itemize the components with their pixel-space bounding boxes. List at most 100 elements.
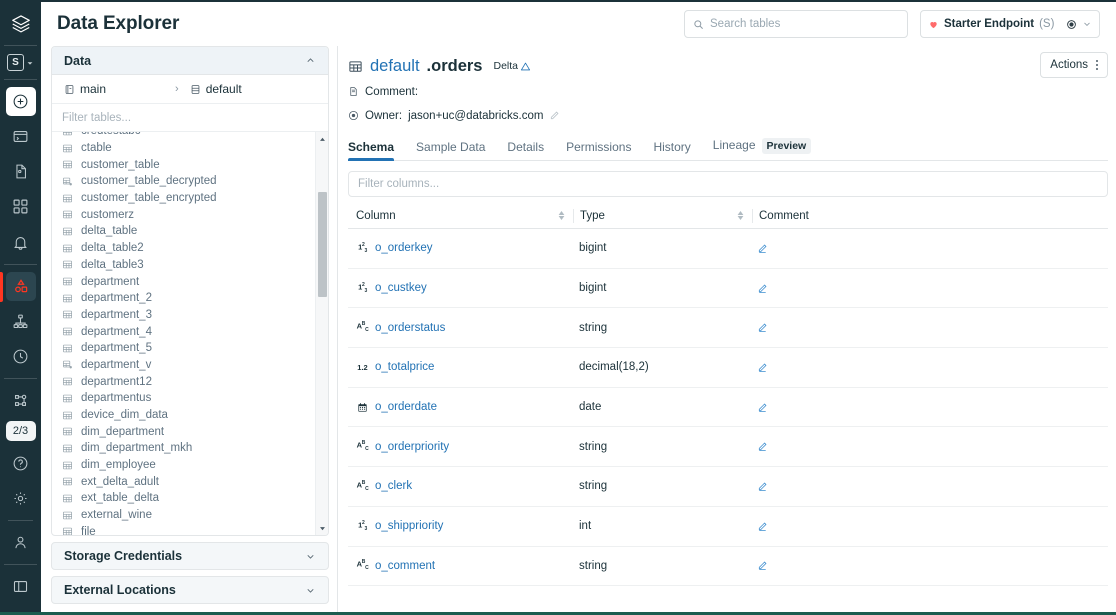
search-tables-box[interactable] [684,10,908,38]
column-name-link[interactable]: o_comment [375,560,435,572]
database-icon [190,84,201,95]
sidebar-item-compute[interactable] [6,307,36,336]
table-list-item[interactable]: customerz [52,206,312,223]
table-list-item[interactable]: department_v [52,357,312,374]
table-list-item[interactable]: department12 [52,373,312,390]
pencil-edit-icon[interactable] [757,441,1108,452]
data-explorer-window: S [0,0,1116,615]
table-list-item[interactable]: dim_department [52,423,312,440]
workspace-switcher[interactable]: S [4,50,38,75]
table-list-item[interactable]: credtestabc [52,132,312,140]
kebab-menu-icon[interactable] [1096,60,1098,69]
sidebar-item-alerts[interactable] [6,228,36,257]
table-list-item[interactable]: customer_table [52,156,312,173]
sidebar-item-repos[interactable] [6,157,36,186]
table-list-item[interactable]: customer_table_decrypted [52,173,312,190]
sidebar-item-workspace[interactable] [6,122,36,151]
tab-lineage[interactable]: Lineage [713,138,756,152]
table-list-item[interactable]: department_3 [52,307,312,324]
sort-updown-icon[interactable] [558,211,565,220]
cell-type: string [573,480,751,492]
pencil-edit-icon[interactable] [757,283,1108,294]
actions-button[interactable]: Actions [1040,52,1108,78]
filter-tables-row[interactable] [52,104,328,132]
column-name-link[interactable]: o_orderpriority [375,441,449,453]
tab-history[interactable]: History [653,140,690,160]
header-column[interactable]: Column [348,203,573,228]
storage-credentials-section[interactable]: Storage Credentials [51,542,329,570]
pencil-edit-icon[interactable] [757,560,1108,571]
chevron-down-icon[interactable] [1082,19,1092,29]
pencil-edit-icon[interactable] [757,402,1108,413]
table-list-item[interactable]: department [52,273,312,290]
pencil-icon[interactable] [549,110,560,121]
table-list-item-label: department_5 [81,342,152,354]
tab-schema[interactable]: Schema [348,140,394,160]
filter-columns-input[interactable] [358,178,1098,190]
table-list-item[interactable]: file [52,524,312,536]
sidebar-item-help[interactable] [6,449,36,478]
sidebar-item-new[interactable] [6,87,36,116]
column-name-link[interactable]: o_orderdate [375,401,437,413]
databricks-logo-icon[interactable] [0,8,41,41]
column-name-link[interactable]: o_orderstatus [375,322,445,334]
pencil-edit-icon[interactable] [757,481,1108,492]
sidebar-item-recents[interactable] [6,192,36,221]
filter-columns-box[interactable] [348,171,1108,197]
header-type[interactable]: Type [574,203,752,228]
table-list-item[interactable]: dim_department_mkh [52,440,312,457]
sidebar-item-settings[interactable] [6,484,36,513]
table-list-item-label: departmentus [81,392,151,404]
breadcrumb-schema[interactable]: default [190,82,242,96]
column-name-link[interactable]: o_totalprice [375,361,434,373]
sidebar-item-data[interactable] [6,272,36,301]
sidebar-item-account[interactable] [6,528,36,557]
breadcrumb-catalog[interactable]: main [64,82,106,96]
tab-sample-data[interactable]: Sample Data [416,140,485,160]
column-name-link[interactable]: o_shippriority [375,520,443,532]
sidebar-item-jobs[interactable] [6,342,36,371]
table-list-item[interactable]: delta_table [52,223,312,240]
endpoint-selector[interactable]: Starter Endpoint (S) [920,10,1100,38]
pencil-edit-icon[interactable] [757,322,1108,333]
table-list-item[interactable]: customer_table_encrypted [52,190,312,207]
scroll-up-arrow-icon[interactable] [316,133,328,145]
pencil-edit-icon[interactable] [757,243,1108,254]
column-name-link[interactable]: o_orderkey [375,242,433,254]
chevron-down-icon[interactable] [305,585,316,596]
table-icon [62,510,73,521]
table-list-item[interactable]: device_dim_data [52,407,312,424]
tab-details[interactable]: Details [507,140,544,160]
search-input[interactable] [710,18,899,30]
version-badge[interactable]: 2/3 [6,421,36,441]
sidebar-item-marketplace[interactable] [6,386,36,415]
data-section-header[interactable]: Data [52,47,328,75]
column-name-link[interactable]: o_clerk [375,480,412,492]
scroll-down-arrow-icon[interactable] [316,522,328,534]
table-list-item[interactable]: external_wine [52,507,312,524]
table-list-item[interactable]: departmentus [52,390,312,407]
tab-permissions[interactable]: Permissions [566,140,631,160]
table-list-item[interactable]: ctable [52,140,312,157]
scrollbar-thumb[interactable] [318,192,327,297]
table-list-item[interactable]: department_2 [52,290,312,307]
table-list-item[interactable]: department_5 [52,340,312,357]
workspace-initial: S [7,54,24,71]
chevron-down-icon[interactable] [305,551,316,562]
table-list-item[interactable]: delta_table2 [52,240,312,257]
table-list-item[interactable]: delta_table3 [52,257,312,274]
table-list-scrollbar[interactable] [315,132,328,535]
table-list-item[interactable]: ext_delta_adult [52,473,312,490]
sidebar-panel-toggle[interactable] [6,572,36,601]
column-name-link[interactable]: o_custkey [375,282,427,294]
table-list-item[interactable]: ext_table_delta [52,490,312,507]
sort-updown-icon[interactable] [737,211,744,220]
table-list-item[interactable]: department_4 [52,323,312,340]
external-locations-section[interactable]: External Locations [51,576,329,604]
chevron-up-icon[interactable] [305,55,316,66]
pencil-edit-icon[interactable] [757,521,1108,532]
cell-column: 123o_orderkey [348,242,573,254]
table-list-item[interactable]: dim_employee [52,457,312,474]
filter-tables-input[interactable] [62,112,318,124]
pencil-edit-icon[interactable] [757,362,1108,373]
